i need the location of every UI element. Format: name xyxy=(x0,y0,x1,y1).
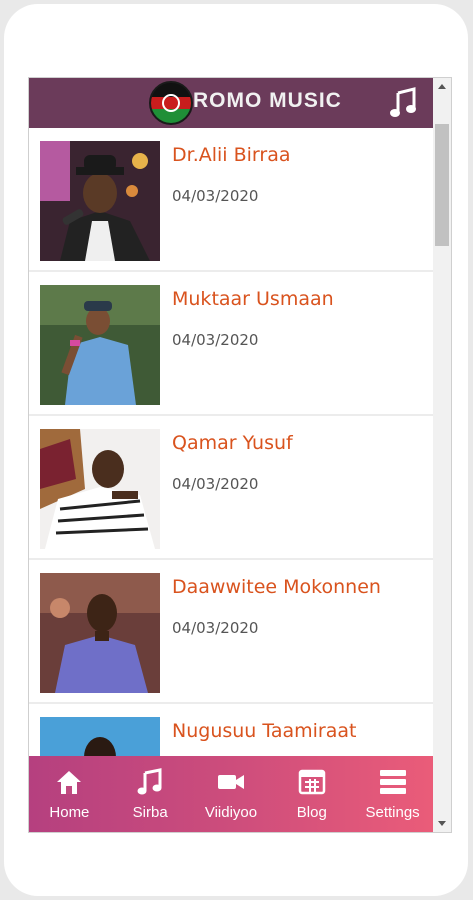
scrollbar-thumb[interactable] xyxy=(435,124,449,246)
release-date: 04/03/2020 xyxy=(172,187,259,205)
artist-photo xyxy=(40,141,160,261)
artist-photo xyxy=(40,573,160,693)
device-frame: ROMO MUSIC Dr.Alii Birraa 04/03/2020 Muk… xyxy=(4,4,468,896)
vertical-scrollbar[interactable] xyxy=(433,78,451,832)
nav-label: Sirba xyxy=(132,804,168,821)
artist-name[interactable]: Daawwitee Mokonnen xyxy=(172,576,381,598)
artist-photo xyxy=(40,429,160,549)
home-icon xyxy=(57,771,82,794)
scroll-up-arrow-icon[interactable] xyxy=(438,84,446,89)
artist-photo xyxy=(40,285,160,405)
nav-sirba[interactable]: Sirba xyxy=(110,756,191,832)
release-date: 04/03/2020 xyxy=(172,619,259,637)
nav-viidiyoo[interactable]: Viidiyoo xyxy=(191,756,272,832)
nav-label: Blog xyxy=(296,804,327,821)
menu-icon xyxy=(379,770,406,794)
app-webview: ROMO MUSIC Dr.Alii Birraa 04/03/2020 Muk… xyxy=(28,77,452,833)
bottom-navigation: Home Sirba Viidiyoo Blog Settings xyxy=(29,756,433,832)
logo-icon xyxy=(149,81,193,125)
music-note-icon[interactable] xyxy=(389,87,417,119)
list-item[interactable]: Qamar Yusuf 04/03/2020 xyxy=(29,416,433,560)
nav-label: Home xyxy=(49,804,90,821)
blog-icon xyxy=(298,769,326,795)
list-item[interactable]: Dr.Alii Birraa 04/03/2020 xyxy=(29,128,433,272)
list-item[interactable]: Daawwitee Mokonnen 04/03/2020 xyxy=(29,560,433,704)
nav-settings[interactable]: Settings xyxy=(352,756,433,832)
music-note-icon xyxy=(137,768,162,795)
release-date: 04/03/2020 xyxy=(172,331,259,349)
list-item[interactable]: Muktaar Usmaan 04/03/2020 xyxy=(29,272,433,416)
nav-label: Viidiyoo xyxy=(204,804,258,821)
release-date: 04/03/2020 xyxy=(172,475,259,493)
artist-list: Dr.Alii Birraa 04/03/2020 Muktaar Usmaan… xyxy=(29,128,433,832)
app-title: ROMO MUSIC xyxy=(193,89,342,112)
artist-name[interactable]: Nugusuu Taamiraat xyxy=(172,720,356,742)
artist-name[interactable]: Muktaar Usmaan xyxy=(172,288,334,310)
artist-name[interactable]: Qamar Yusuf xyxy=(172,432,293,454)
app-header: ROMO MUSIC xyxy=(29,78,433,128)
nav-label: Settings xyxy=(365,804,420,821)
video-camera-icon xyxy=(217,775,244,789)
artist-name[interactable]: Dr.Alii Birraa xyxy=(172,144,291,166)
nav-blog[interactable]: Blog xyxy=(271,756,352,832)
scroll-down-arrow-icon[interactable] xyxy=(438,821,446,826)
nav-home[interactable]: Home xyxy=(29,756,110,832)
